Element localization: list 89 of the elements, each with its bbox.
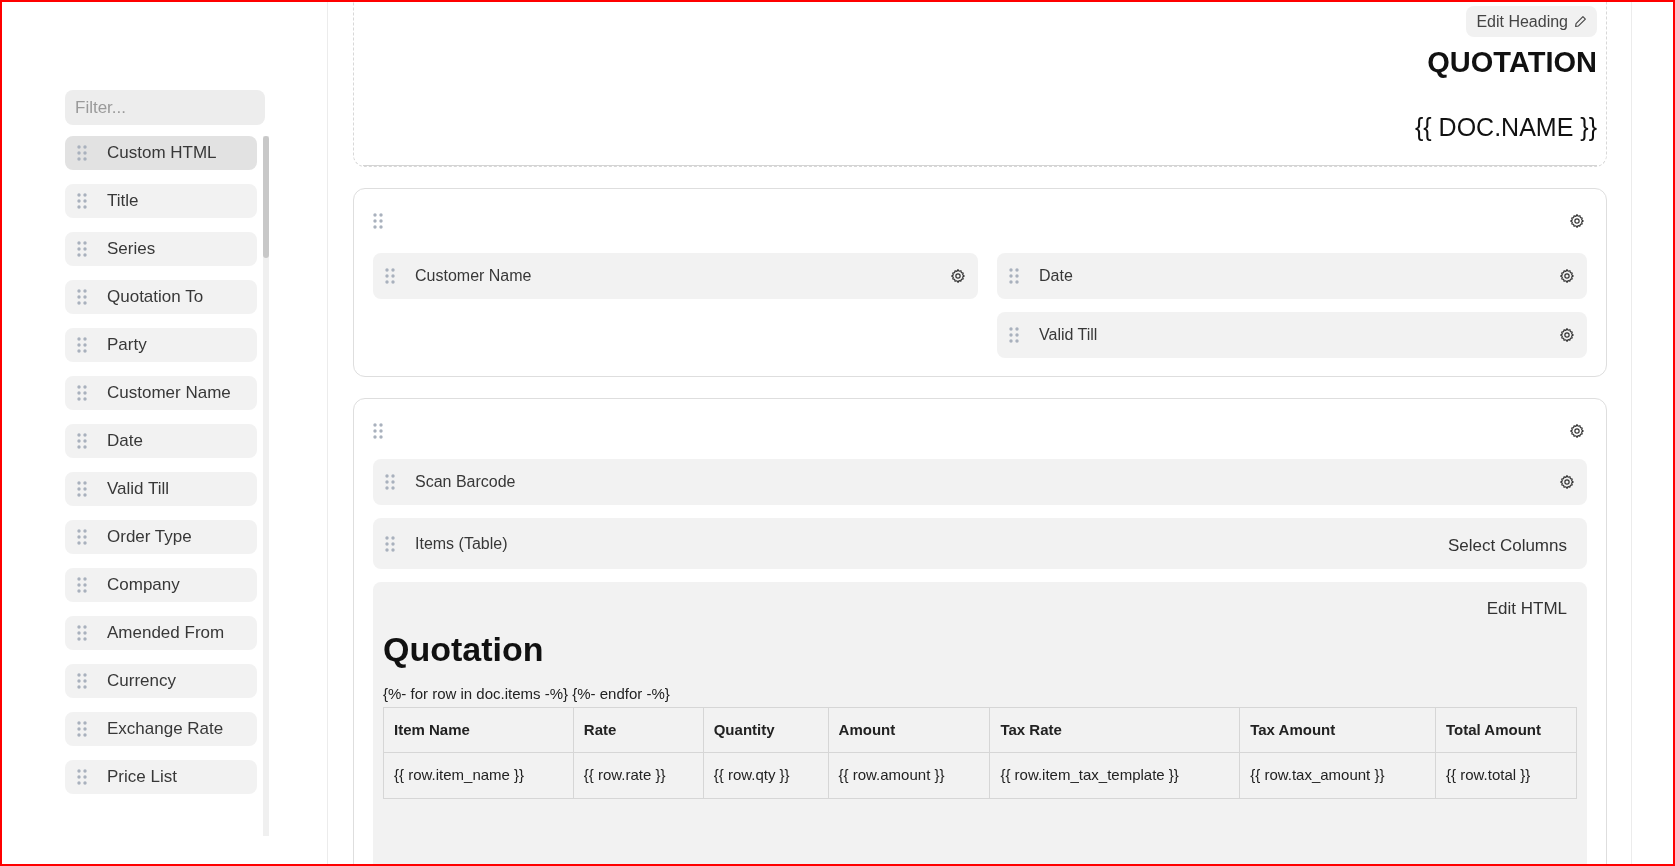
column-header: Rate: [573, 707, 704, 753]
table-field[interactable]: Items (Table) Select Columns: [373, 518, 1587, 569]
select-columns-button[interactable]: Select Columns: [1447, 533, 1567, 559]
drag-handle-icon[interactable]: [373, 213, 383, 229]
pencil-icon: [1574, 15, 1587, 28]
drag-handle-icon[interactable]: [373, 423, 383, 439]
column-header: Item Name: [383, 707, 574, 753]
field-label: Title: [107, 190, 139, 213]
edit-html-button[interactable]: Edit HTML: [1486, 596, 1567, 622]
drag-handle-icon[interactable]: [77, 769, 87, 785]
drag-handle-icon[interactable]: [77, 481, 87, 497]
drag-handle-icon[interactable]: [385, 268, 395, 284]
settings-icon[interactable]: [950, 268, 966, 284]
drag-handle-icon[interactable]: [77, 673, 87, 689]
table-cell: {{ row.amount }}: [828, 752, 990, 799]
settings-icon[interactable]: [1569, 423, 1585, 439]
field-label: Custom HTML: [107, 142, 217, 165]
drag-handle-icon[interactable]: [77, 721, 87, 737]
drag-handle-icon[interactable]: [77, 577, 87, 593]
form-field[interactable]: Customer Name: [373, 253, 978, 299]
settings-icon[interactable]: [1569, 213, 1585, 229]
document-name: {{ DOC.NAME }}: [1414, 115, 1597, 140]
column-header: Quantity: [703, 707, 829, 753]
field-label: Customer Name: [415, 266, 533, 286]
field-list-item[interactable]: Currency: [65, 664, 257, 698]
field-list-item[interactable]: Order Type: [65, 520, 257, 554]
drag-handle-icon[interactable]: [77, 529, 87, 545]
drag-handle-icon[interactable]: [77, 337, 87, 353]
drag-handle-icon[interactable]: [1009, 327, 1019, 343]
table-cell: {{ row.rate }}: [573, 752, 704, 799]
drag-handle-icon[interactable]: [385, 474, 395, 490]
field-label: Amended From: [107, 622, 225, 645]
settings-icon[interactable]: [1559, 474, 1575, 490]
field-label: Party: [107, 334, 147, 357]
field-label: Date: [107, 430, 143, 453]
field-list-item[interactable]: Party: [65, 328, 257, 362]
field-label: Valid Till: [1039, 325, 1099, 345]
column-header: Tax Amount: [1239, 707, 1436, 753]
field-label: Items (Table): [415, 534, 508, 554]
field-list-item[interactable]: Series: [65, 232, 257, 266]
drag-handle-icon[interactable]: [77, 241, 87, 257]
field-label: Scan Barcode: [415, 472, 517, 492]
field-list-item[interactable]: Custom HTML: [65, 136, 257, 170]
field-list-item[interactable]: Price List: [65, 760, 257, 794]
field-label: Price List: [107, 766, 177, 789]
drag-handle-icon[interactable]: [77, 625, 87, 641]
field-label: Series: [107, 238, 156, 261]
field-list-item[interactable]: Customer Name: [65, 376, 257, 410]
table-cell: {{ row.total }}: [1435, 752, 1577, 799]
drag-handle-icon[interactable]: [385, 536, 395, 552]
column-header: Total Amount: [1435, 707, 1577, 753]
field-label: Currency: [107, 670, 176, 693]
drag-handle-icon[interactable]: [77, 289, 87, 305]
table-cell: {{ row.qty }}: [703, 752, 829, 799]
field-list-item[interactable]: Date: [65, 424, 257, 458]
field-list-item[interactable]: Exchange Rate: [65, 712, 257, 746]
field-list-item[interactable]: Amended From: [65, 616, 257, 650]
drag-handle-icon[interactable]: [77, 433, 87, 449]
table-cell: {{ row.tax_amount }}: [1239, 752, 1436, 799]
drag-handle-icon[interactable]: [77, 385, 87, 401]
table-cell: {{ row.item_name }}: [383, 752, 574, 799]
settings-icon[interactable]: [1559, 268, 1575, 284]
document-title: QUOTATION: [1427, 48, 1597, 77]
drag-handle-icon[interactable]: [77, 145, 87, 161]
filter-field[interactable]: Filter...: [65, 90, 265, 125]
scrollbar-thumb[interactable]: [263, 136, 269, 258]
settings-icon[interactable]: [1559, 327, 1575, 343]
form-field[interactable]: Scan Barcode: [373, 459, 1587, 505]
field-list-item[interactable]: Company: [65, 568, 257, 602]
template-text: {%- for row in doc.items -%} {%- endfor -%}: [383, 683, 671, 704]
field-label: Quotation To: [107, 286, 204, 309]
field-label: Exchange Rate: [107, 718, 224, 741]
field-list-item[interactable]: Quotation To: [65, 280, 257, 314]
block-heading: Quotation: [383, 631, 545, 666]
field-list-item[interactable]: Title: [65, 184, 257, 218]
drag-handle-icon[interactable]: [1009, 268, 1019, 284]
field-list-item[interactable]: Valid Till: [65, 472, 257, 506]
field-label: Customer Name: [107, 382, 231, 405]
column-header: Tax Rate: [989, 707, 1240, 753]
field-label: Order Type: [107, 526, 192, 549]
field-label: Company: [107, 574, 180, 597]
field-label: Valid Till: [107, 478, 170, 501]
form-field[interactable]: Valid Till: [997, 312, 1587, 358]
field-label: Date: [1039, 266, 1074, 286]
table-cell: {{ row.item_tax_template }}: [989, 752, 1240, 799]
column-header: Amount: [828, 707, 990, 753]
drag-handle-icon[interactable]: [77, 193, 87, 209]
form-field[interactable]: Date: [997, 253, 1587, 299]
edit-heading-button[interactable]: Edit Heading: [1466, 6, 1597, 37]
